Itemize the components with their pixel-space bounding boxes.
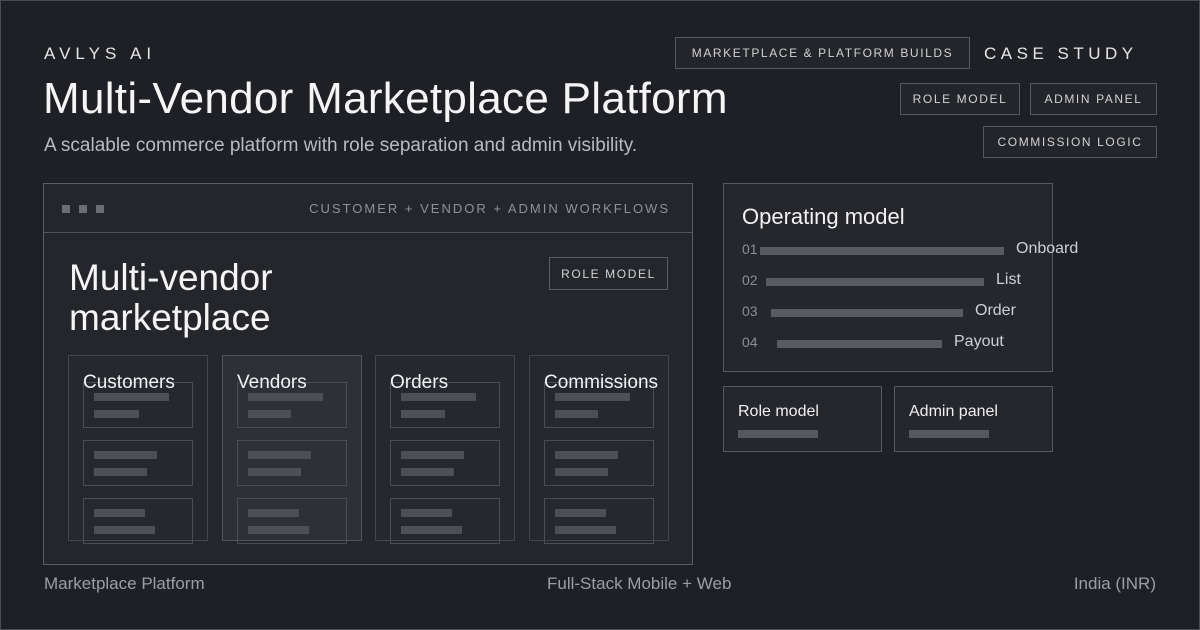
role-model-card: Role model [723,386,882,452]
card-label: Role model [738,403,819,420]
step-bar [771,309,963,317]
placeholder-card [237,440,347,486]
card-bar [738,430,818,438]
placeholder-card [544,498,654,544]
footer-platform: Marketplace Platform [44,574,205,593]
column-label: Customers [83,372,175,393]
column-commissions: Commissions [529,355,669,544]
column-orders: Orders [375,355,515,544]
column-label: Orders [390,372,449,393]
column-label: Commissions [544,372,659,393]
column-vendors: Vendors [222,355,362,544]
column-customers: Customers [68,355,208,544]
tag-commission-logic: COMMISSION LOGIC [983,126,1157,158]
placeholder-card [237,498,347,544]
card-label: Admin panel [909,403,998,420]
placeholder-card [83,498,193,544]
footer-region: India (INR) [1073,574,1156,593]
operating-model-panel: Operating model 01 Onboard 02 List 03 Or… [723,183,1078,372]
footer-stack: Full-Stack Mobile + Web [547,574,732,593]
mockup-title: Multi-vendor marketplace [69,257,273,338]
step-label: Onboard [1016,240,1079,257]
step-bar [760,247,1004,255]
card-bar [909,430,989,438]
placeholder-card [390,440,500,486]
step-bar [766,278,984,286]
mockup-header: CUSTOMER + VENDOR + ADMIN WORKFLOWS [44,184,692,233]
step-number: 03 [742,303,758,319]
step-number: 02 [742,272,758,288]
placeholder-card [390,498,500,544]
step-label: List [996,271,1021,288]
step-number: 01 [742,241,758,257]
admin-panel-card: Admin panel [894,386,1053,452]
category-tag: MARKETPLACE & PLATFORM BUILDS [675,37,970,69]
step-label: Order [975,302,1016,319]
step-label: Payout [954,333,1004,350]
case-study-label: CASE STUDY [984,44,1138,63]
page-title: Multi-Vendor Marketplace Platform [43,74,728,123]
step-number: 04 [742,334,758,350]
step-order: 03 Order [742,302,1102,323]
marketplace-mockup: CUSTOMER + VENDOR + ADMIN WORKFLOWS Mult… [43,183,693,565]
step-list: 02 List [742,271,1102,292]
mockup-caption: CUSTOMER + VENDOR + ADMIN WORKFLOWS [309,201,670,216]
step-onboard: 01 Onboard [742,240,1102,261]
step-payout: 04 Payout [742,333,1102,354]
placeholder-card [83,440,193,486]
placeholder-card [544,440,654,486]
page-subtitle: A scalable commerce platform with role s… [44,135,638,156]
window-dot-icon [62,205,70,213]
operating-model-title: Operating model [742,204,905,229]
window-dot-icon [96,205,104,213]
tag-role-model: ROLE MODEL [900,83,1020,115]
column-label: Vendors [237,372,307,393]
tag-admin-panel: ADMIN PANEL [1030,83,1157,115]
brand-name: AVLYS AI [44,44,157,63]
mockup-role-badge: ROLE MODEL [549,257,668,290]
window-dot-icon [79,205,87,213]
step-bar [777,340,942,348]
